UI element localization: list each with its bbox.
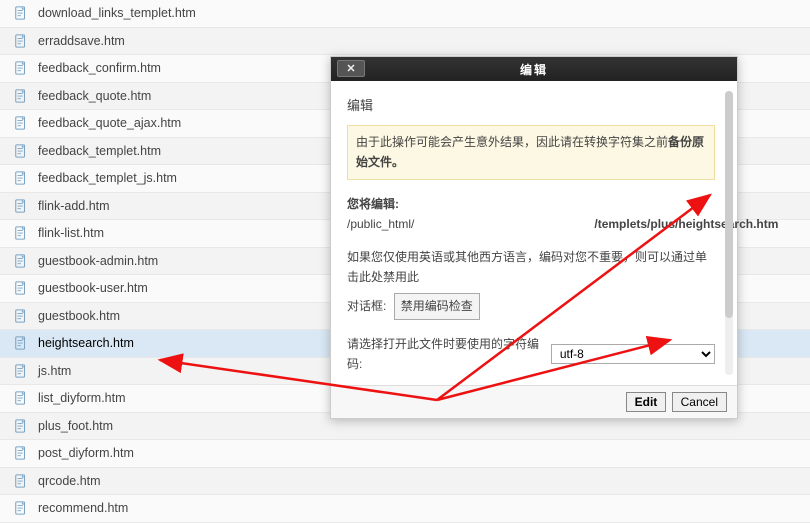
file-name: download_links_templet.htm	[38, 6, 196, 20]
file-name: qrcode.htm	[38, 474, 101, 488]
file-name: guestbook-user.htm	[38, 281, 148, 295]
file-icon	[14, 391, 28, 405]
file-icon	[14, 61, 28, 75]
modal-footer: Edit Cancel	[331, 385, 737, 418]
file-name: guestbook-admin.htm	[38, 254, 158, 268]
dialog-row: 对话框: 禁用编码检查	[347, 293, 715, 319]
modal-titlebar: ✕ 编辑	[331, 57, 737, 81]
charset-select[interactable]: utf-8	[551, 344, 715, 364]
file-name: erraddsave.htm	[38, 34, 125, 48]
file-name: list_diyform.htm	[38, 391, 126, 405]
path-value: /public_html/xxxxxxxxxxxxxxxxxxxxxxxxxxx…	[347, 214, 715, 234]
file-name: feedback_templet_js.htm	[38, 171, 177, 185]
path-label: 您将编辑:	[347, 194, 715, 214]
file-name: flink-add.htm	[38, 199, 110, 213]
path-suffix: /templets/plus/heightsearch.htm	[594, 217, 778, 231]
file-icon	[14, 474, 28, 488]
warning-box: 由于此操作可能会产生意外结果，因此请在转换字符集之前备份原始文件。	[347, 125, 715, 180]
file-name: feedback_confirm.htm	[38, 61, 161, 75]
file-icon	[14, 501, 28, 515]
edit-button[interactable]: Edit	[626, 392, 667, 412]
file-icon	[14, 446, 28, 460]
charset-label: 请选择打开此文件时要使用的字符编码:	[347, 334, 547, 375]
file-icon	[14, 34, 28, 48]
modal-heading: 编辑	[347, 95, 715, 117]
file-name: post_diyform.htm	[38, 446, 134, 460]
file-name: heightsearch.htm	[38, 336, 134, 350]
warning-text: 由于此操作可能会产生意外结果，因此请在转换字符集之前	[356, 135, 668, 149]
file-icon	[14, 199, 28, 213]
file-icon	[14, 281, 28, 295]
file-icon	[14, 89, 28, 103]
charset-row: 请选择打开此文件时要使用的字符编码: utf-8	[347, 334, 715, 375]
file-name: js.htm	[38, 364, 71, 378]
modal-scrollbar[interactable]	[725, 91, 733, 375]
file-row[interactable]: download_links_templet.htm	[0, 0, 810, 28]
encoding-note: 如果您仅使用英语或其他西方语言，编码对您不重要，则可以通过单击此处禁用此	[347, 247, 715, 288]
file-name: guestbook.htm	[38, 309, 120, 323]
file-icon	[14, 6, 28, 20]
file-icon	[14, 144, 28, 158]
file-icon	[14, 309, 28, 323]
file-icon	[14, 254, 28, 268]
file-name: recommend.htm	[38, 501, 128, 515]
file-icon	[14, 226, 28, 240]
file-icon	[14, 171, 28, 185]
file-row[interactable]: post_diyform.htm	[0, 440, 810, 468]
file-name: flink-list.htm	[38, 226, 104, 240]
file-name: feedback_quote.htm	[38, 89, 151, 103]
edit-modal: ✕ 编辑 编辑 由于此操作可能会产生意外结果，因此请在转换字符集之前备份原始文件…	[330, 56, 738, 419]
modal-body: 编辑 由于此操作可能会产生意外结果，因此请在转换字符集之前备份原始文件。 您将编…	[331, 81, 737, 385]
modal-title: 编辑	[331, 61, 737, 78]
file-name: plus_foot.htm	[38, 419, 113, 433]
file-row[interactable]: recommend.htm	[0, 495, 810, 523]
file-icon	[14, 336, 28, 350]
dialog-label: 对话框:	[347, 299, 386, 313]
modal-close-button[interactable]: ✕	[337, 60, 365, 77]
cancel-button[interactable]: Cancel	[672, 392, 727, 412]
disable-encoding-button[interactable]: 禁用编码检查	[394, 293, 480, 319]
file-icon	[14, 116, 28, 130]
file-row[interactable]: erraddsave.htm	[0, 28, 810, 56]
file-icon	[14, 419, 28, 433]
file-row[interactable]: qrcode.htm	[0, 468, 810, 496]
close-icon: ✕	[346, 62, 355, 75]
file-name: feedback_templet.htm	[38, 144, 161, 158]
path-prefix: /public_html/	[347, 217, 414, 231]
file-name: feedback_quote_ajax.htm	[38, 116, 181, 130]
file-icon	[14, 364, 28, 378]
